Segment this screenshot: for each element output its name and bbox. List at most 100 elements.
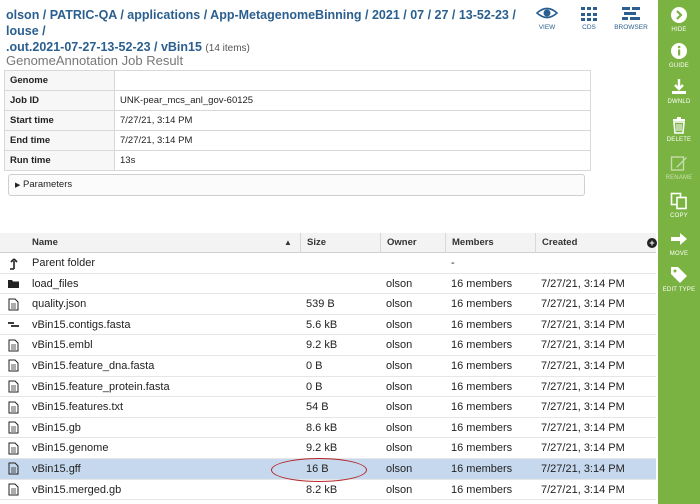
job-info-row: End time 7/27/21, 3:14 PM (4, 130, 591, 151)
file-size: 9.2 kB (306, 339, 338, 352)
column-header-owner[interactable]: Owner (380, 233, 417, 253)
job-info-table: Genome Job ID UNK-pear_mcs_anl_gov-60125 … (4, 70, 591, 171)
table-row[interactable]: vBin15.feature_protein.fasta 0 B olson 1… (0, 377, 656, 398)
file-name[interactable]: vBin15.gff (32, 459, 81, 479)
hide-button[interactable]: HIDE (658, 6, 700, 33)
breadcrumb-path-line2[interactable]: .out.2021-07-27-13-52-23 / vBin15 (6, 40, 202, 54)
file-name[interactable]: vBin15.contigs.fasta (32, 315, 130, 335)
move-button[interactable]: MOVE (658, 230, 700, 257)
browser-label: BROWSER (614, 24, 648, 31)
file-owner: olson (386, 483, 413, 496)
job-info-value: 13s (114, 150, 591, 171)
info-icon (671, 43, 687, 59)
file-name[interactable]: quality.json (32, 294, 86, 314)
view-button[interactable]: VIEW (526, 4, 568, 31)
breadcrumb[interactable]: olson / PATRIC-QA / applications / App-M… (6, 7, 531, 57)
breadcrumb-path-line1[interactable]: olson / PATRIC-QA / applications / App-M… (6, 8, 516, 38)
job-result-title: GenomeAnnotation Job Result (6, 53, 184, 68)
tag-icon (671, 267, 687, 283)
file-members: 16 members (451, 401, 513, 414)
sort-ascending-icon[interactable]: ▲ (284, 233, 292, 253)
file-name[interactable]: vBin15.merged.gb (32, 480, 121, 500)
file-created: 7/27/21, 3:14 PM (541, 442, 625, 455)
file-members: 16 members (451, 339, 513, 352)
file-icon (6, 294, 20, 314)
item-count: (14 items) (205, 43, 250, 54)
file-name[interactable]: vBin15.genome (32, 438, 108, 458)
file-created: 7/27/21, 3:14 PM (541, 277, 625, 290)
file-owner: olson (386, 380, 413, 393)
cds-label: CDS (582, 24, 596, 31)
file-owner: olson (386, 421, 413, 434)
parameters-toggle[interactable]: ▶ Parameters (8, 174, 585, 196)
table-row[interactable]: vBin15.embl 9.2 kB olson 16 members 7/27… (0, 335, 656, 356)
file-icon (6, 418, 20, 438)
copy-icon (670, 192, 687, 210)
file-icon (6, 335, 20, 355)
download-icon (672, 79, 686, 94)
file-members: 16 members (451, 298, 513, 311)
file-name[interactable]: vBin15.feature_protein.fasta (32, 377, 170, 397)
column-header-name[interactable]: Name (32, 233, 58, 253)
column-header-created[interactable]: Created (535, 233, 577, 253)
delete-button[interactable]: DELETE (658, 116, 700, 143)
file-name[interactable]: load_files (32, 274, 78, 294)
job-info-value: 7/27/21, 3:14 PM (114, 130, 591, 151)
edit-type-button[interactable]: EDIT TYPE (658, 266, 700, 293)
file-members: 16 members (451, 359, 513, 372)
file-size: 0 B (306, 380, 323, 393)
job-info-value (114, 70, 591, 91)
header: olson / PATRIC-QA / applications / App-M… (0, 0, 656, 54)
table-row[interactable]: quality.json 539 B olson 16 members 7/27… (0, 294, 656, 315)
file-name[interactable]: vBin15.features.txt (32, 397, 123, 417)
table-row[interactable]: vBin15.features.txt 54 B olson 16 member… (0, 397, 656, 418)
file-name[interactable]: vBin15.feature_dna.fasta (32, 356, 154, 376)
download-button[interactable]: DWNLD (658, 78, 700, 105)
job-info-key: Start time (4, 110, 115, 131)
table-row[interactable]: vBin15.feature_dna.fasta 0 B olson 16 me… (0, 356, 656, 377)
browser-button[interactable]: BROWSER (610, 4, 652, 31)
grid-header: Name ▲ Size Owner Members Created + (0, 233, 657, 253)
column-header-members[interactable]: Members (445, 233, 494, 253)
file-created: 7/27/21, 3:14 PM (541, 462, 625, 475)
file-icon (6, 438, 20, 458)
file-created: 7/27/21, 3:14 PM (541, 421, 625, 434)
view-toolbar: VIEW CDS BROWSER (526, 4, 652, 31)
table-row[interactable]: vBin15.gb 8.6 kB olson 16 members 7/27/2… (0, 418, 656, 439)
job-info-value: 7/27/21, 3:14 PM (114, 110, 591, 131)
rename-button[interactable]: RENAME (658, 154, 700, 181)
guide-button[interactable]: GUIDE (658, 42, 700, 69)
table-row[interactable]: vBin15.contigs.fasta 5.6 kB olson 16 mem… (0, 315, 656, 336)
folder-icon (6, 274, 20, 294)
table-row[interactable]: Parent folder - (0, 253, 656, 274)
file-owner: olson (386, 359, 413, 372)
size-highlight-annotation (271, 458, 367, 482)
column-header-size[interactable]: Size (300, 233, 326, 253)
job-info-value: UNK-pear_mcs_anl_gov-60125 (114, 90, 591, 111)
edit-type-label: EDIT TYPE (662, 287, 696, 293)
trash-icon (673, 117, 685, 134)
cds-button[interactable]: CDS (568, 4, 610, 31)
file-icon (6, 356, 20, 376)
file-owner: olson (386, 277, 413, 290)
file-name[interactable]: vBin15.gb (32, 418, 81, 438)
job-info-row: Start time 7/27/21, 3:14 PM (4, 110, 591, 131)
file-created: 7/27/21, 3:14 PM (541, 483, 625, 496)
add-column-icon[interactable]: + (647, 238, 657, 248)
view-label: VIEW (538, 24, 556, 31)
copy-button[interactable]: COPY (658, 192, 700, 219)
file-created: 7/27/21, 3:14 PM (541, 339, 625, 352)
table-row[interactable]: load_files olson 16 members 7/27/21, 3:1… (0, 274, 656, 295)
guide-label: GUIDE (668, 63, 689, 69)
parameters-label: Parameters (23, 179, 73, 190)
job-info-key: End time (4, 130, 115, 151)
move-label: MOVE (669, 251, 689, 257)
file-name[interactable]: Parent folder (32, 253, 95, 273)
file-icon (6, 459, 20, 479)
file-created: 7/27/21, 3:14 PM (541, 380, 625, 393)
table-row[interactable]: vBin15.genome 9.2 kB olson 16 members 7/… (0, 438, 656, 459)
file-name[interactable]: vBin15.embl (32, 335, 93, 355)
file-members: 16 members (451, 277, 513, 290)
table-row[interactable]: vBin15.merged.gb 8.2 kB olson 16 members… (0, 480, 656, 501)
file-size: 8.2 kB (306, 483, 338, 496)
